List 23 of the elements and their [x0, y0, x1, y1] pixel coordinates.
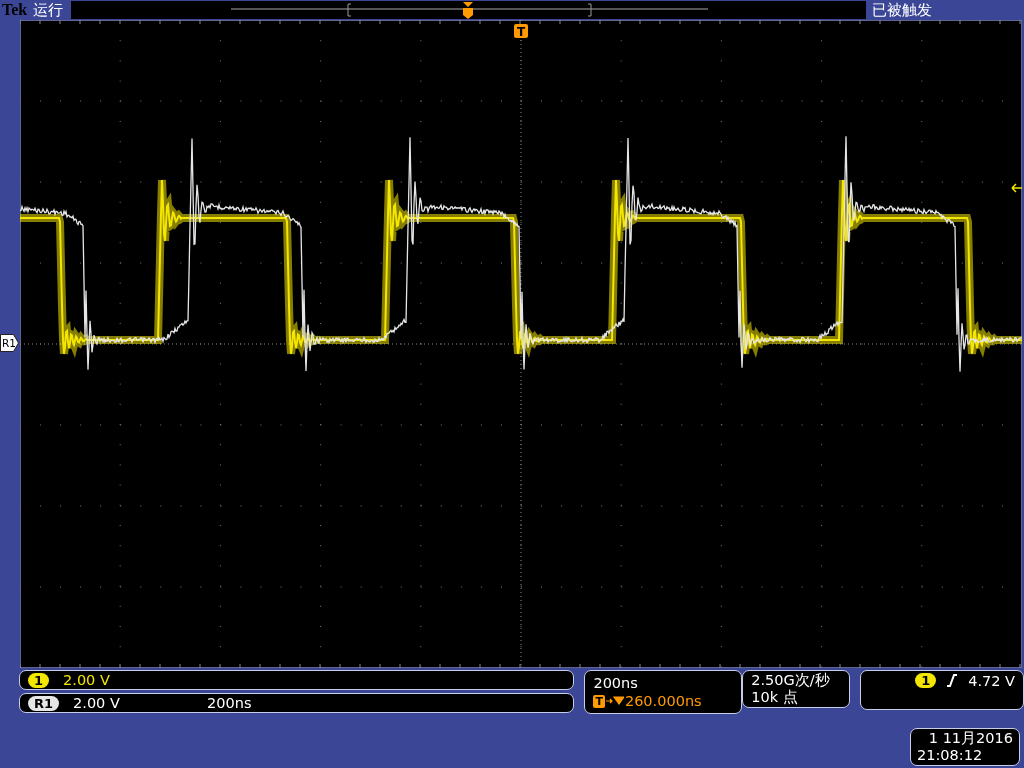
- trigger-label: T: [593, 694, 605, 708]
- record-length: 10k 点: [751, 689, 799, 706]
- reference-marker[interactable]: R1: [0, 334, 20, 352]
- trigger-level: 4.72 V: [968, 673, 1015, 689]
- trigger-position-marker[interactable]: T: [514, 24, 528, 39]
- rising-edge-icon: [946, 673, 959, 687]
- run-status: 运行: [33, 0, 64, 20]
- sample-rate: 2.50G次/秒: [751, 672, 831, 689]
- channel-badge[interactable]: 1: [28, 672, 50, 688]
- trigger-level-icon: [1011, 183, 1022, 193]
- horizontal-scale: 200ns: [593, 674, 639, 692]
- delay-arrow-icon: [605, 696, 624, 706]
- timebase: 200ns: [207, 695, 252, 711]
- trigger-status: 已被触发: [872, 0, 933, 20]
- brand-logo: Tek: [2, 1, 28, 19]
- trigger-delay: 260.000ns: [624, 692, 702, 710]
- channel-badge[interactable]: R1: [28, 695, 60, 711]
- trigger-marker-icon: [463, 2, 474, 19]
- date: 1 11月2016: [927, 730, 1013, 747]
- vertical-scale: 2.00 V: [73, 695, 121, 711]
- trigger-source-badge: 1: [915, 673, 937, 688]
- time: 21:08:12: [917, 747, 984, 764]
- vertical-scale: 2.00 V: [63, 672, 111, 688]
